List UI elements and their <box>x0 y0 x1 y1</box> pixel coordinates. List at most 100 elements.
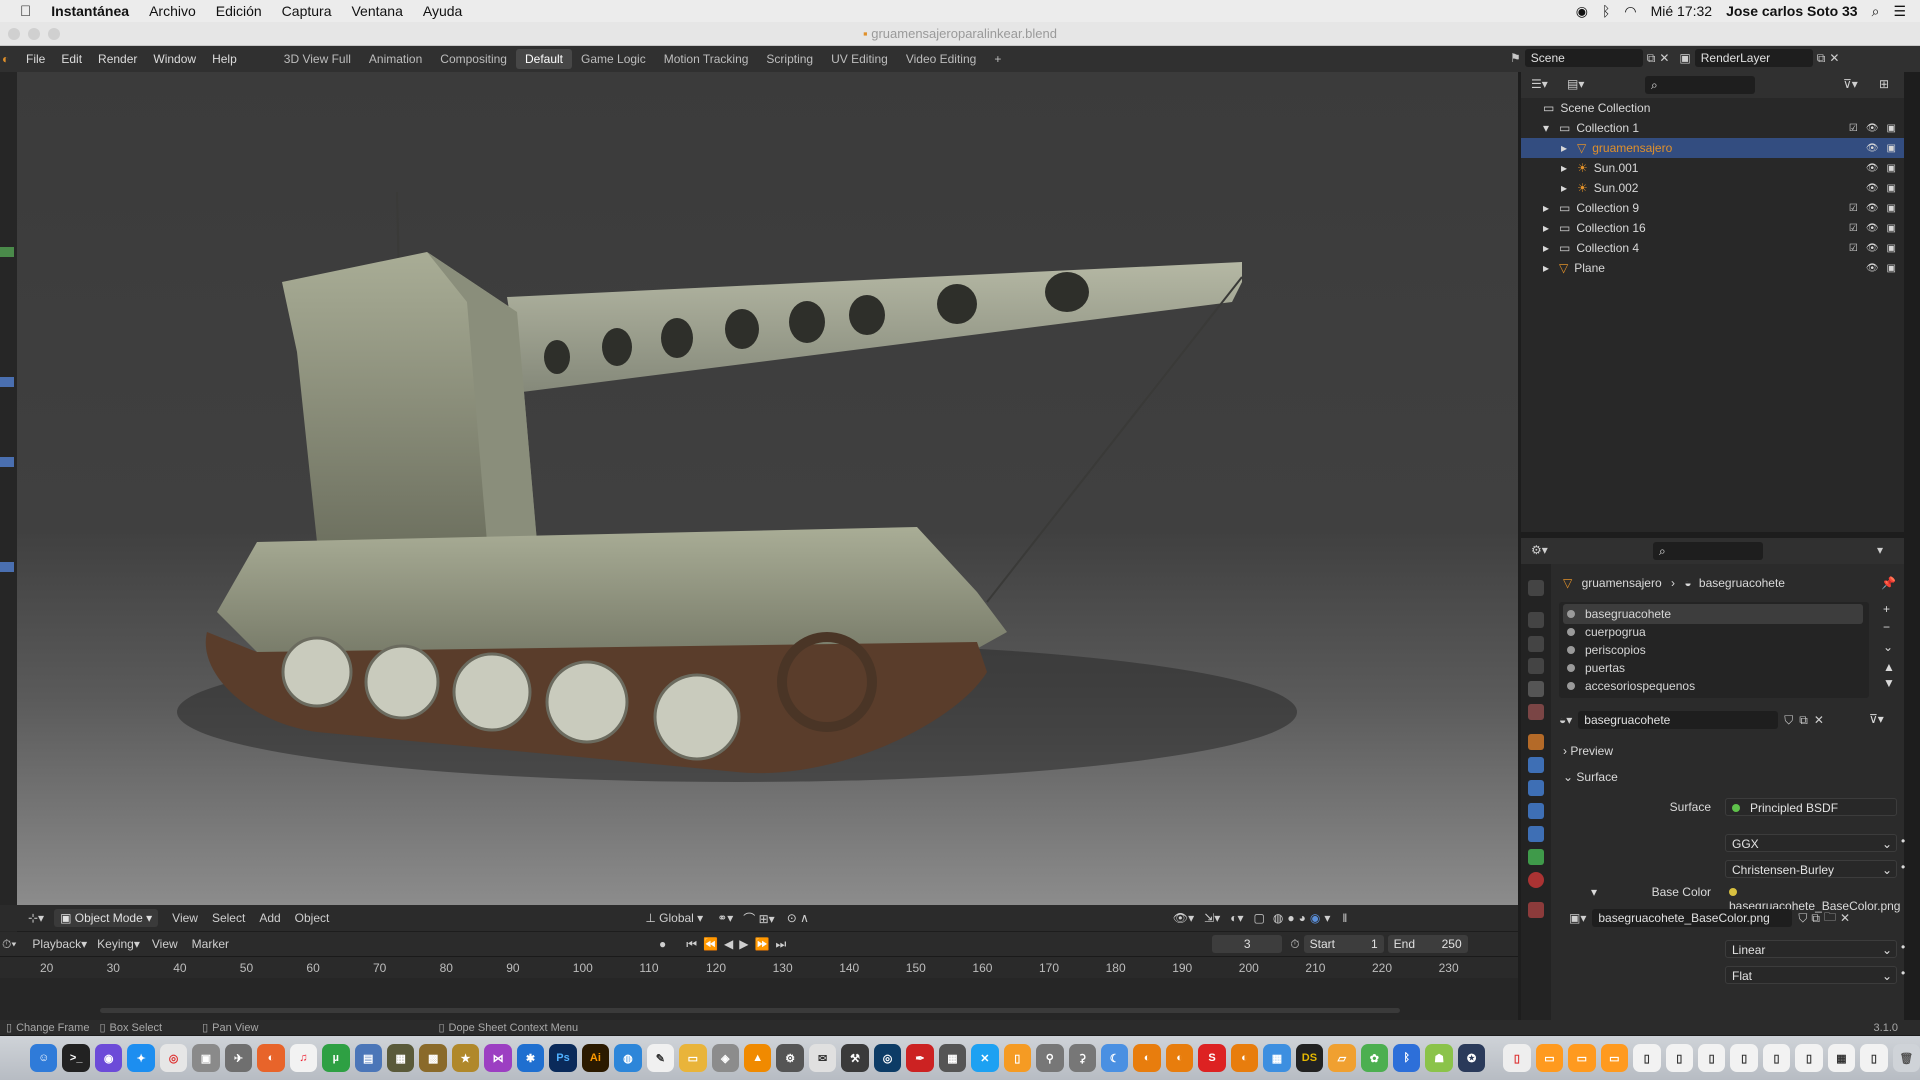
material-shading-icon[interactable]: ◕ <box>1299 911 1306 925</box>
menu-edit[interactable]: Edit <box>53 52 90 66</box>
move-slot-up-icon[interactable]: ▲ <box>1883 660 1895 674</box>
material-slot[interactable]: cuerpogrua <box>1563 622 1863 642</box>
start-frame-field[interactable]: Start 1 <box>1303 935 1384 953</box>
daz-studio-icon[interactable]: DS <box>1295 1044 1324 1072</box>
firefox-icon[interactable]: ◐ <box>257 1044 285 1072</box>
overlay-icon[interactable]: ◐▾ <box>1230 911 1243 925</box>
chrome-icon[interactable]: ◎ <box>159 1044 188 1072</box>
material-tab-icon[interactable] <box>1528 872 1544 888</box>
apple-icon[interactable]:  <box>20 3 31 20</box>
eye-icon[interactable]: 👁 <box>1866 203 1879 214</box>
snap-icon[interactable]: ⌒ ⊞▾ <box>743 910 774 927</box>
app-icon[interactable]: ▭ <box>679 1044 707 1072</box>
eye-icon[interactable]: 👁 <box>1866 243 1879 254</box>
jump-end-button[interactable]: ⏭ <box>775 937 786 952</box>
delete-scene-icon[interactable]: ✕ <box>1659 51 1669 65</box>
object-mode-dropdown[interactable]: ▣ Object Mode ▾ <box>54 909 159 927</box>
app-icon[interactable]: ◎ <box>873 1044 902 1072</box>
tab-animation[interactable]: Animation <box>360 49 431 69</box>
interpolation-dropdown[interactable]: Linear ⌄ <box>1725 940 1897 958</box>
image-fake-user-icon[interactable]: ⛉ <box>1798 911 1807 926</box>
properties-options-icon[interactable]: ▾ <box>1877 543 1883 557</box>
app-icon[interactable]: ★ <box>451 1044 480 1072</box>
eye-icon[interactable]: 👁 <box>1866 223 1879 234</box>
shading-options-icon[interactable]: ▾ <box>1324 911 1330 925</box>
add-workspace-button[interactable]: + <box>985 49 1010 69</box>
app-icon[interactable]: ▤ <box>354 1044 382 1072</box>
duplicate-material-icon[interactable]: ⧉ <box>1799 713 1808 728</box>
outliner-row[interactable]: ▸ ▽ Plane 👁 ▣ <box>1521 258 1904 278</box>
folder-icon[interactable]: ▭ <box>1600 1044 1629 1072</box>
app-icon[interactable]: ▩ <box>419 1044 447 1072</box>
keyframe-dot-icon[interactable]: • <box>1901 940 1905 954</box>
app-icon[interactable]: ✒ <box>906 1044 934 1072</box>
app-icon[interactable]: ▣ <box>192 1044 220 1072</box>
pause-render-icon[interactable]: ‖ <box>1342 911 1347 925</box>
tab-uv-editing[interactable]: UV Editing <box>822 49 897 69</box>
app-icon[interactable]: ⚳ <box>1068 1044 1096 1072</box>
app-icon[interactable]: ✿ <box>1360 1044 1389 1072</box>
particles-tab-icon[interactable] <box>1528 780 1544 796</box>
properties-panel[interactable]: ▽ gruamensajero › ◒ basegruacohete 📌 bas… <box>1551 564 1905 1020</box>
app-icon[interactable]: ✉ <box>808 1044 837 1072</box>
proportional-edit-icon[interactable]: ⊙ ∧ <box>787 911 809 925</box>
toolbar-item-selected[interactable] <box>0 457 14 467</box>
trash-icon[interactable]: 🗑 <box>1892 1044 1920 1072</box>
blender-icon[interactable]: ◐ <box>1133 1044 1161 1072</box>
timeline-scrollbar[interactable] <box>100 1008 1400 1013</box>
wifi-icon[interactable]: ◠ <box>1624 3 1636 20</box>
menu-archivo[interactable]: Archivo <box>149 3 196 19</box>
expand-base-color-icon[interactable]: ▾ <box>1591 885 1597 899</box>
output-tab-icon[interactable] <box>1528 636 1544 652</box>
document-icon[interactable]: ▯ <box>1665 1044 1693 1072</box>
eye-icon[interactable]: 👁 <box>1866 183 1879 194</box>
document-icon[interactable]: ▯ <box>1633 1044 1661 1072</box>
material-slot[interactable]: periscopios <box>1563 640 1863 660</box>
toolbar-item-selected[interactable] <box>0 562 14 572</box>
chevron-right-icon[interactable]: ▸ <box>1543 261 1555 275</box>
close-window-button[interactable] <box>8 28 20 40</box>
clock[interactable]: Mié 17:32 <box>1651 3 1712 19</box>
surface-shader-field[interactable]: Principled BSDF <box>1725 798 1897 816</box>
preview-section-header[interactable]: › Preview <box>1563 744 1613 758</box>
menu-ayuda[interactable]: Ayuda <box>423 3 462 19</box>
menu-help[interactable]: Help <box>204 52 245 66</box>
app-icon[interactable]: ✕ <box>971 1044 999 1072</box>
material-slot[interactable]: basegruacohete <box>1563 604 1863 624</box>
play-reverse-button[interactable]: ◀ <box>724 937 733 951</box>
unlink-material-icon[interactable]: ✕ <box>1814 713 1824 727</box>
prev-keyframe-button[interactable]: ⏪ <box>703 937 718 951</box>
camera-icon[interactable]: ▣ <box>1887 123 1896 134</box>
chevron-right-icon[interactable]: ▸ <box>1543 221 1555 235</box>
fake-user-icon[interactable]: ⛉ <box>1784 713 1793 728</box>
chevron-down-icon[interactable]: ▾ <box>1543 121 1555 135</box>
app-icon[interactable]: ◍ <box>614 1044 642 1072</box>
screen-record-icon[interactable]: ◉ <box>1576 3 1588 20</box>
scene-icon[interactable]: ⚑ <box>1510 51 1521 65</box>
outliner-row[interactable]: ▸ ▭ Collection 9 ☑ 👁 ▣ <box>1521 198 1904 218</box>
bluetooth-icon[interactable]: ᛒ <box>1602 3 1610 19</box>
document-icon[interactable]: ▯ <box>1503 1044 1531 1072</box>
new-view-layer-icon[interactable]: ⧉ <box>1817 51 1826 66</box>
control-center-icon[interactable]: ☰ <box>1893 3 1906 20</box>
record-button[interactable]: ● <box>659 937 666 951</box>
exclude-checkbox-icon[interactable]: ☑ <box>1849 203 1858 214</box>
app-icon[interactable]: ✪ <box>1457 1044 1486 1072</box>
end-frame-field[interactable]: End 250 <box>1387 935 1468 953</box>
properties-editor-icon[interactable]: ⚙▾ <box>1531 543 1548 557</box>
browse-image-icon[interactable]: ▣▾ <box>1569 911 1586 925</box>
exclude-checkbox-icon[interactable]: ☑ <box>1849 223 1858 234</box>
outliner-row-scene-collection[interactable]: ▭ Scene Collection <box>1521 98 1904 118</box>
xray-icon[interactable]: ▢ <box>1254 911 1265 925</box>
tool-tab-icon[interactable] <box>1528 580 1544 596</box>
menu-edicion[interactable]: Edición <box>216 3 262 19</box>
3d-viewport[interactable] <box>17 72 1518 905</box>
transform-orientation-dropdown[interactable]: ⊥ Global ▾ <box>645 911 703 925</box>
link-dropdown-icon[interactable]: ⊽▾ <box>1869 712 1884 726</box>
current-frame-field[interactable]: 3 <box>1212 935 1283 953</box>
app-icon[interactable]: ⚙ <box>776 1044 804 1072</box>
folder-icon[interactable]: ▭ <box>1535 1044 1564 1072</box>
subsurface-method-dropdown[interactable]: Christensen-Burley ⌄ <box>1725 860 1897 878</box>
app-icon[interactable]: ▱ <box>1328 1044 1356 1072</box>
vlc-icon[interactable]: ▲ <box>743 1044 772 1072</box>
